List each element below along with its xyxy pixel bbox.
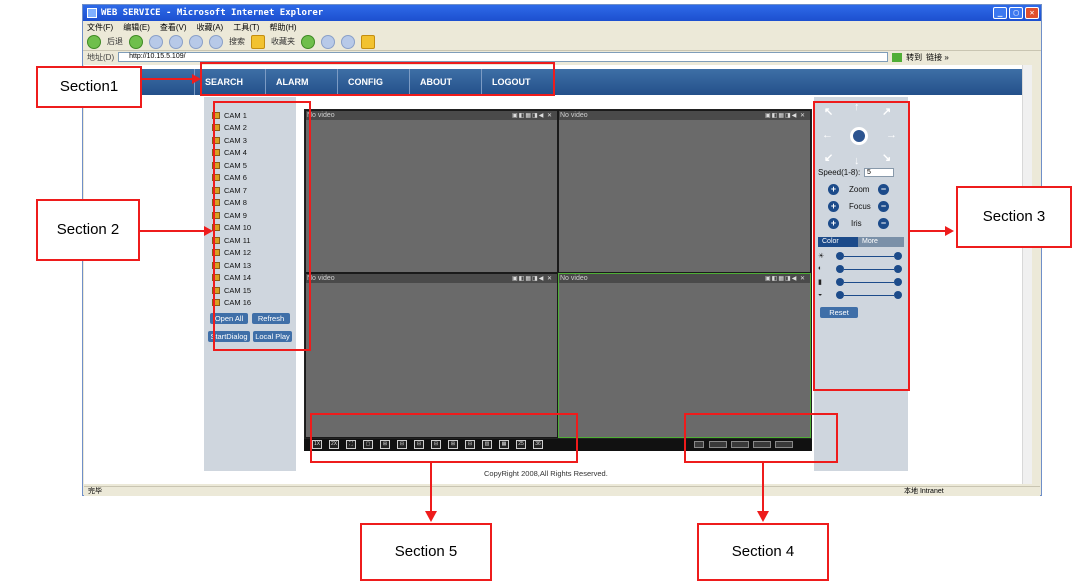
section5-connector (430, 463, 432, 514)
page-scrollbar[interactable] (1022, 65, 1032, 484)
pane-controls-icon[interactable]: ▣◧▦◨◀ ✕ (765, 112, 806, 119)
section5-label: Section 5 (360, 523, 492, 581)
mail-icon[interactable] (321, 34, 335, 49)
section5-arrow-icon (425, 511, 437, 522)
menu-tools[interactable]: 工具(T) (233, 22, 259, 33)
back-icon[interactable] (87, 34, 101, 49)
status-text: 完毕 (88, 488, 102, 495)
section3-box (813, 101, 910, 391)
address-label: 地址(D) (87, 52, 115, 62)
section4-box (684, 413, 838, 463)
section2-box (213, 101, 311, 351)
home-icon[interactable] (189, 34, 203, 49)
folder-icon[interactable] (361, 34, 375, 49)
video-grid: No video ▣◧▦◨◀ ✕ No video ▣◧▦◨◀ ✕ No vid… (304, 109, 812, 439)
pane-controls-icon[interactable]: ▣◧▦◨◀ ✕ (765, 275, 806, 282)
menu-favorites[interactable]: 收藏(A) (197, 22, 224, 33)
section4-label: Section 4 (697, 523, 829, 581)
menu-bar: 文件(F) 编辑(E) 查看(V) 收藏(A) 工具(T) 帮助(H) (83, 21, 1041, 33)
section4-arrow-icon (757, 511, 769, 522)
copyright-text: CopyRight 2008,All Rights Reserved. (484, 469, 608, 478)
stop-icon[interactable] (149, 34, 163, 49)
section3-label: Section 3 (956, 186, 1072, 248)
section5-box (310, 413, 578, 463)
go-icon[interactable] (892, 52, 903, 62)
zone-text: 本地 Intranet (904, 488, 944, 495)
back-label[interactable]: 后退 (107, 36, 123, 47)
favorites-icon[interactable] (251, 34, 265, 49)
menu-help[interactable]: 帮助(H) (269, 22, 296, 33)
ie-icon (87, 8, 97, 18)
menu-view[interactable]: 查看(V) (160, 22, 187, 33)
search-label[interactable]: 搜索 (229, 36, 245, 47)
favorites-label[interactable]: 收藏夹 (271, 36, 295, 47)
close-button[interactable]: ✕ (1025, 7, 1039, 19)
go-label[interactable]: 转到 (906, 52, 922, 63)
section3-connector (910, 230, 948, 232)
section3-arrow-icon (945, 226, 954, 236)
video-pane[interactable]: No video ▣◧▦◨◀ ✕ (305, 110, 558, 273)
menu-file[interactable]: 文件(F) (87, 22, 113, 33)
menu-edit[interactable]: 编辑(E) (123, 22, 150, 33)
forward-icon[interactable] (129, 34, 143, 49)
title-bar[interactable]: WEB SERVICE - Microsoft Internet Explore… (83, 5, 1041, 21)
section2-arrow-icon (204, 226, 213, 236)
section2-connector (140, 230, 206, 232)
section1-box (200, 62, 555, 96)
history-icon[interactable] (301, 34, 315, 49)
pane-controls-icon[interactable]: ▣◧▦◨◀ ✕ (512, 275, 553, 282)
section1-label: Section1 (36, 66, 142, 108)
browser-toolbar: 后退 搜索 收藏夹 (83, 33, 1041, 51)
refresh-icon[interactable] (169, 34, 183, 49)
status-bar: 完毕 本地 Intranet (84, 486, 1040, 496)
print-icon[interactable] (341, 34, 355, 49)
section2-label: Section 2 (36, 199, 140, 261)
links-label[interactable]: 链接 » (926, 52, 949, 63)
page: WEB SERVICE - Microsoft Internet Explore… (0, 0, 1086, 581)
window-title: WEB SERVICE - Microsoft Internet Explore… (101, 8, 324, 18)
video-pane[interactable]: No video ▣◧▦◨◀ ✕ (558, 110, 811, 273)
section4-connector (762, 463, 764, 514)
address-input[interactable]: http://10.15.5.109/ (118, 52, 889, 62)
minimize-button[interactable]: _ (993, 7, 1007, 19)
maximize-button[interactable]: ▢ (1009, 7, 1023, 19)
section1-connector (142, 78, 196, 80)
pane-controls-icon[interactable]: ▣◧▦◨◀ ✕ (512, 112, 553, 119)
section1-arrow-icon (192, 74, 201, 84)
search-icon[interactable] (209, 34, 223, 49)
